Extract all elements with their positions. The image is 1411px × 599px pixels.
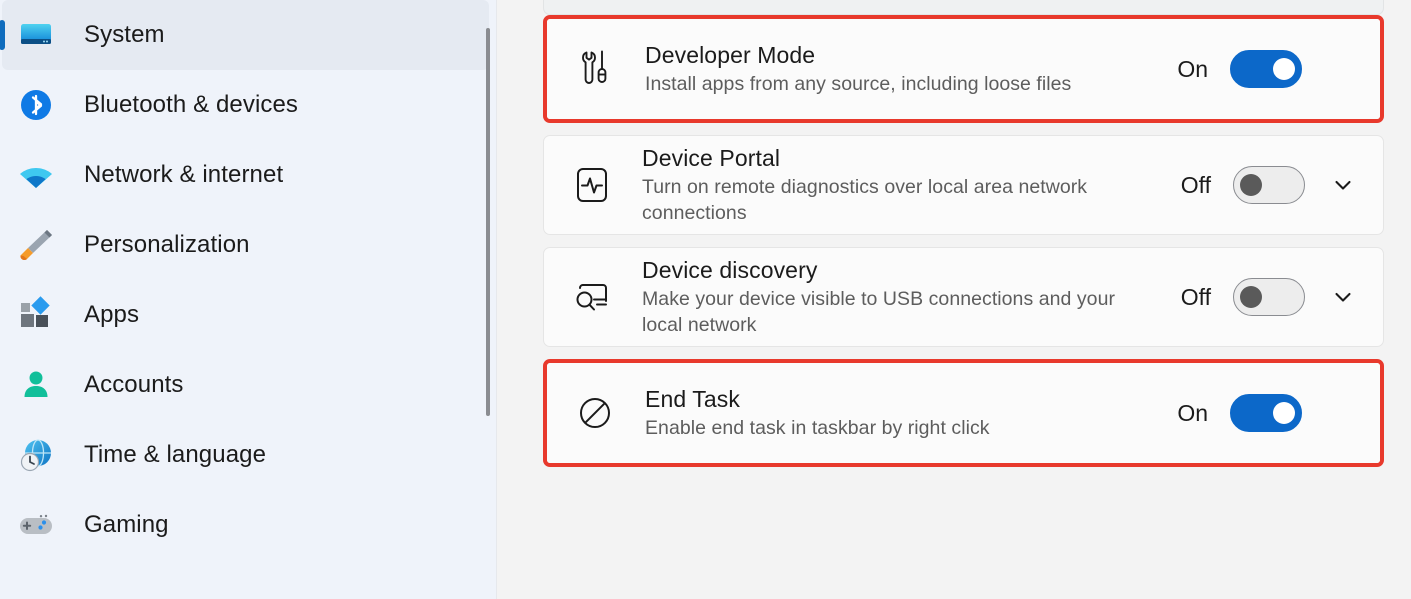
gamepad-icon	[16, 505, 56, 545]
toggle-switch[interactable]	[1233, 278, 1305, 316]
setting-description: Enable end task in taskbar by right clic…	[645, 416, 990, 439]
highlight-outline: End Task Enable end task in taskbar by ri…	[543, 359, 1384, 467]
clock-globe-icon	[16, 435, 56, 475]
sidebar-item-gaming[interactable]: Gaming	[2, 490, 489, 560]
prohibited-icon	[573, 391, 617, 435]
setting-title: Device Portal	[642, 144, 781, 171]
sidebar-item-label: Gaming	[84, 511, 169, 538]
setting-description: Make your device visible to USB connecti…	[642, 287, 1116, 337]
sidebar-item-label: Apps	[84, 301, 140, 328]
toggle-knob	[1273, 58, 1295, 80]
setting-text-block: Device Portal Turn on remote diagnostics …	[642, 144, 1167, 227]
toggle-knob	[1240, 286, 1262, 308]
sidebar-item-system[interactable]: System	[2, 0, 489, 70]
toggle-switch[interactable]	[1230, 50, 1302, 88]
sidebar-item-label: Personalization	[84, 231, 250, 258]
settings-window: System Bluetooth & devices Network & inter…	[0, 0, 1411, 599]
setting-card-end-task[interactable]: End Task Enable end task in taskbar by ri…	[547, 363, 1380, 463]
setting-title: End Task	[645, 385, 740, 412]
setting-text-block: Device discovery Make your device visible…	[642, 256, 1167, 339]
monitor-icon	[16, 15, 56, 55]
setting-card-developer-mode[interactable]: Developer Mode Install apps from any sour…	[547, 19, 1380, 119]
wifi-icon	[16, 155, 56, 195]
sidebar-nav-list: System Bluetooth & devices Network & inter…	[0, 0, 497, 560]
setting-text-block: Developer Mode Install apps from any sour…	[645, 41, 1164, 97]
highlight-outline: Developer Mode Install apps from any sour…	[543, 15, 1384, 123]
toggle-state-label: Off	[1180, 171, 1211, 198]
toggle-state-label: Off	[1180, 283, 1211, 310]
toggle-knob	[1240, 174, 1262, 196]
sidebar-item-personalization[interactable]: Personalization	[2, 210, 489, 280]
setting-description: Install apps from any source, including …	[645, 72, 1072, 95]
sidebar-item-apps[interactable]: Apps	[2, 280, 489, 350]
setting-controls: On	[1164, 50, 1356, 88]
device-search-icon	[570, 275, 614, 319]
chevron-down-icon[interactable]	[1327, 281, 1359, 313]
sidebar-item-bluetooth-devices[interactable]: Bluetooth & devices	[2, 70, 489, 140]
pulse-icon	[570, 163, 614, 207]
setting-controls: On	[1164, 394, 1356, 432]
bluetooth-icon	[16, 85, 56, 125]
settings-card-stack: Developer Mode Install apps from any sour…	[543, 15, 1384, 467]
paintbrush-icon	[16, 225, 56, 265]
setting-description: Turn on remote diagnostics over local ar…	[642, 175, 1088, 225]
setting-controls: Off	[1167, 166, 1359, 204]
sidebar-item-label: System	[84, 21, 165, 48]
setting-card-device-discovery[interactable]: Device discovery Make your device visible…	[543, 247, 1384, 347]
toggle-state-label: On	[1177, 55, 1208, 82]
sidebar-item-accounts[interactable]: Accounts	[2, 350, 489, 420]
sidebar-item-label: Network & internet	[84, 161, 284, 188]
setting-title: Device discovery	[642, 256, 818, 283]
toggle-switch[interactable]	[1230, 394, 1302, 432]
toggle-state-label: On	[1177, 399, 1208, 426]
settings-content-pane: Developer Mode Install apps from any sour…	[497, 0, 1411, 599]
sidebar-item-label: Bluetooth & devices	[84, 91, 299, 118]
sidebar-scrollbar-thumb[interactable]	[486, 28, 490, 416]
setting-title: Developer Mode	[645, 41, 816, 68]
setting-controls: Off	[1167, 278, 1359, 316]
setting-card-device-portal[interactable]: Device Portal Turn on remote diagnostics …	[543, 135, 1384, 235]
toggle-switch[interactable]	[1233, 166, 1305, 204]
toggle-knob	[1273, 402, 1295, 424]
apps-icon	[16, 295, 56, 335]
sidebar-item-network-internet[interactable]: Network & internet	[2, 140, 489, 210]
sidebar-item-label: Time & language	[84, 441, 267, 468]
chevron-down-icon[interactable]	[1327, 169, 1359, 201]
person-icon	[16, 365, 56, 405]
sidebar-item-label: Accounts	[84, 371, 184, 398]
sidebar-item-time-language[interactable]: Time & language	[2, 420, 489, 490]
tools-icon	[573, 47, 617, 91]
setting-text-block: End Task Enable end task in taskbar by ri…	[645, 385, 1164, 441]
settings-sidebar: System Bluetooth & devices Network & inter…	[0, 0, 497, 599]
partial-card-above	[543, 0, 1384, 15]
